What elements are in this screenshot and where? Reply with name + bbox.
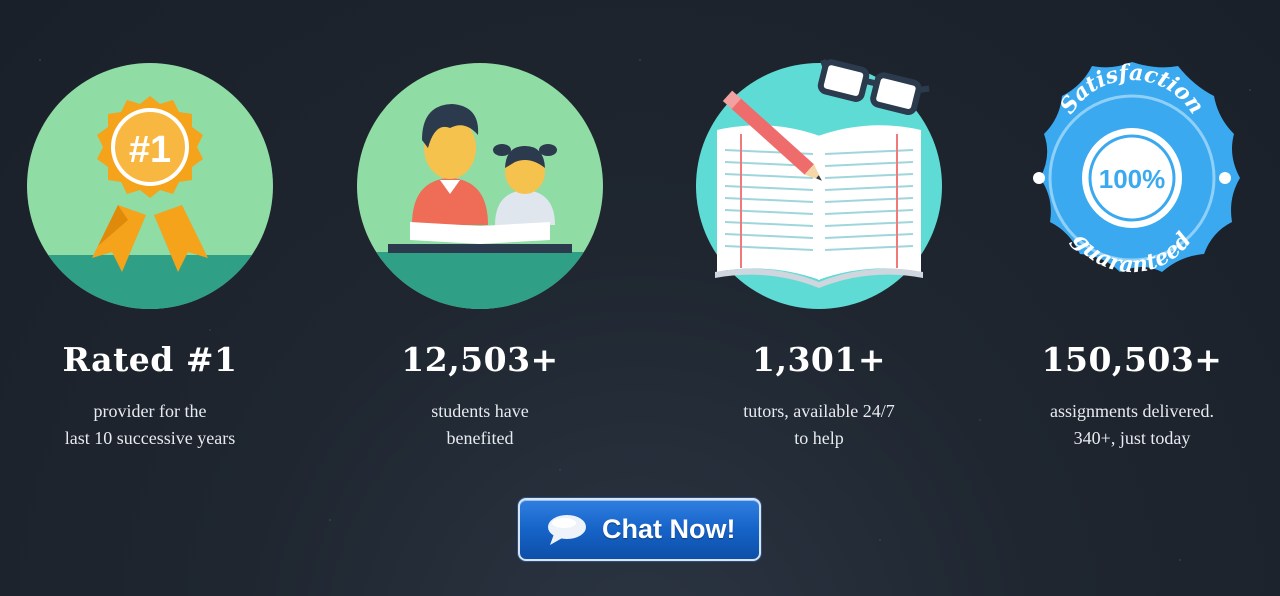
desc-line: 340+, just today bbox=[1073, 428, 1191, 448]
chat-now-button[interactable]: Chat Now! bbox=[518, 498, 761, 561]
seal-center-text: 100% bbox=[1099, 164, 1166, 194]
stat-tutors: 1,301+ bbox=[752, 340, 886, 379]
chat-now-label: Chat Now! bbox=[602, 514, 736, 544]
desc-tutors: tutors, available 24/7 to help bbox=[669, 398, 969, 452]
desc-assignments: assignments delivered. 340+, just today bbox=[982, 398, 1280, 452]
award-ribbon-icon: #1 bbox=[27, 63, 273, 309]
stat-students: 12,503+ bbox=[401, 340, 559, 379]
desc-line: to help bbox=[794, 428, 844, 448]
desc-rated: provider for the last 10 successive year… bbox=[0, 398, 300, 452]
students-reading-icon bbox=[357, 63, 603, 309]
stat-assignments: 150,503+ bbox=[1041, 340, 1223, 379]
speech-bubble-icon bbox=[548, 515, 586, 545]
stat-rated: Rated #1 bbox=[62, 340, 238, 379]
satisfaction-guaranteed-seal-icon: Satisfaction guaranteed 100% bbox=[1033, 60, 1240, 278]
desc-line: provider for the bbox=[93, 401, 207, 421]
desc-line: last 10 successive years bbox=[64, 428, 236, 448]
desc-line: benefited bbox=[446, 428, 514, 448]
desc-line: students have bbox=[431, 401, 529, 421]
book-pencil-glasses-icon bbox=[696, 58, 942, 309]
award-badge-text: #1 bbox=[129, 129, 171, 171]
desc-line: assignments delivered. bbox=[1050, 401, 1214, 421]
desc-students: students have benefited bbox=[330, 398, 630, 452]
desc-line: tutors, available 24/7 bbox=[743, 401, 895, 421]
